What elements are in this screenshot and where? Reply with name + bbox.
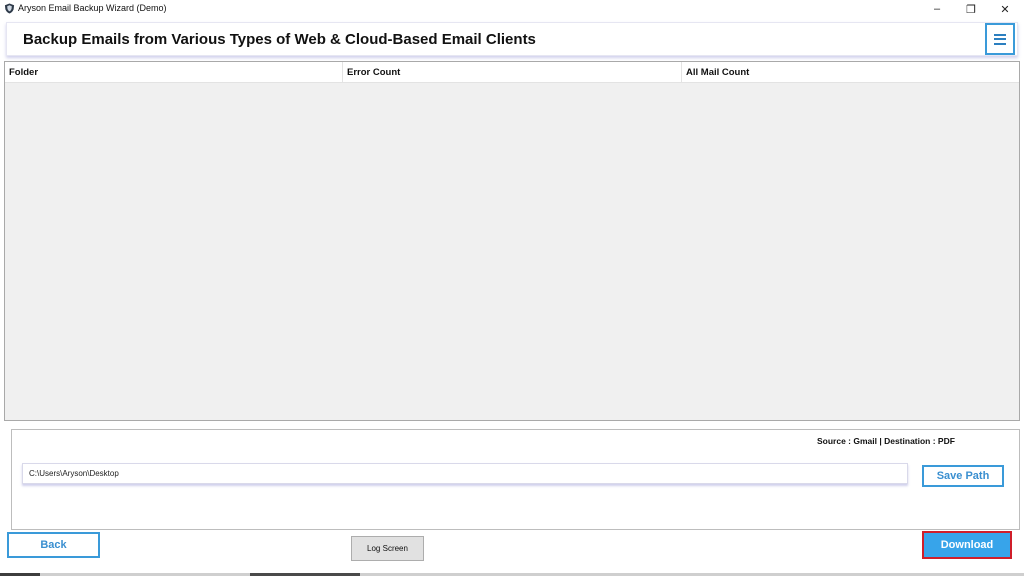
menu-button[interactable]: [985, 23, 1015, 55]
table-header: Folder Error Count All Mail Count: [5, 62, 1019, 83]
column-header-error-count[interactable]: Error Count: [343, 62, 682, 83]
close-button[interactable]: ✕: [988, 0, 1022, 18]
back-button[interactable]: Back: [7, 532, 100, 558]
title-bar: Aryson Email Backup Wizard (Demo) – ❐ ✕: [0, 0, 1024, 18]
column-header-all-mail-count[interactable]: All Mail Count: [682, 62, 1019, 83]
app-shield-icon: [4, 3, 15, 14]
download-button[interactable]: Download: [922, 531, 1012, 559]
page-title: Backup Emails from Various Types of Web …: [23, 31, 536, 48]
maximize-button[interactable]: ❐: [954, 0, 988, 18]
save-path-button[interactable]: Save Path: [922, 465, 1004, 487]
header-bar: Backup Emails from Various Types of Web …: [6, 22, 1018, 56]
column-header-folder[interactable]: Folder: [5, 62, 343, 83]
window-title: Aryson Email Backup Wizard (Demo): [18, 3, 167, 13]
minimize-button[interactable]: –: [920, 0, 954, 18]
log-screen-button[interactable]: Log Screen: [351, 536, 424, 561]
hamburger-menu-icon: [994, 33, 1006, 45]
destination-path-field[interactable]: C:\Users\Aryson\Desktop: [22, 463, 908, 484]
source-destination-summary: Source : Gmail | Destination : PDF: [817, 436, 955, 446]
folder-status-table[interactable]: Folder Error Count All Mail Count: [4, 61, 1020, 421]
